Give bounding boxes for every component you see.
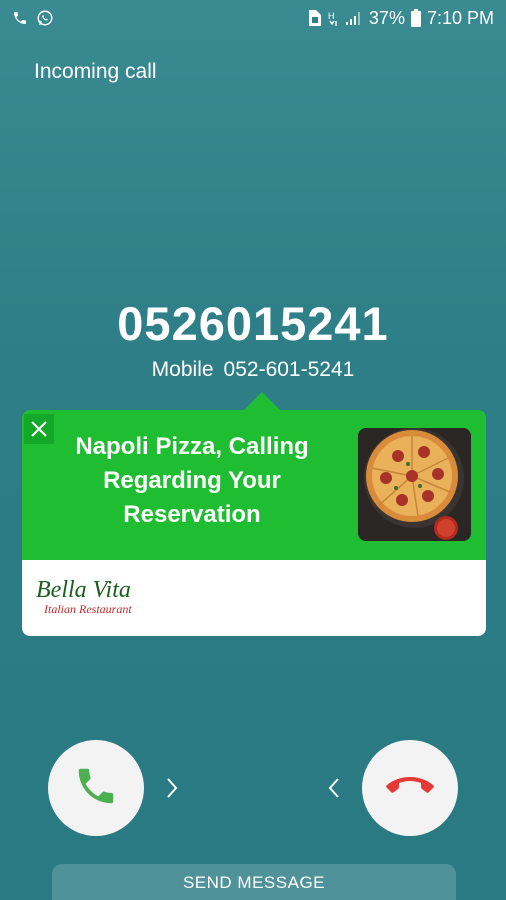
call-state-label: Incoming call [34,60,157,83]
accept-call-button[interactable] [48,740,144,836]
logo-title: Bella Vita [36,577,131,603]
logo-subtitle: Italian Restaurant [44,602,132,616]
sim-icon [307,10,321,26]
restaurant-logo: Bella Vita Italian Restaurant [36,578,176,620]
svg-text:H: H [328,11,335,21]
decline-call-button[interactable] [362,740,458,836]
pizza-image [358,428,471,541]
card-pointer [244,392,280,410]
number-type: Mobile [151,358,214,381]
status-right: H 37% 7:10 PM [307,8,494,29]
network-icon: H [327,9,339,27]
card-message-panel: Napoli Pizza, Calling Regarding Your Res… [22,410,486,560]
caller-subtitle: Mobile 052-601-5241 [0,358,506,382]
status-left [12,9,54,27]
battery-icon [410,9,421,27]
phone-icon [73,763,119,814]
card-logo-panel: Bella Vita Italian Restaurant [22,560,486,636]
phone-icon [12,10,28,26]
card-message: Napoli Pizza, Calling Regarding Your Res… [75,433,309,528]
chevron-right-icon [162,773,182,803]
status-bar: H 37% 7:10 PM [0,0,506,36]
phone-hangup-icon [383,771,437,806]
caller-number: 0526015241 [117,297,389,350]
signal-icon [345,10,363,26]
chevron-left-icon [324,773,344,803]
battery-percent: 37% [368,7,405,28]
clock: 7:10 PM [426,7,494,28]
send-message-button[interactable]: SEND MESSAGE [52,864,456,900]
caller-id-card[interactable]: Napoli Pizza, Calling Regarding Your Res… [22,392,486,636]
whatsapp-icon [36,9,54,27]
formatted-number: 052-601-5241 [223,358,355,381]
